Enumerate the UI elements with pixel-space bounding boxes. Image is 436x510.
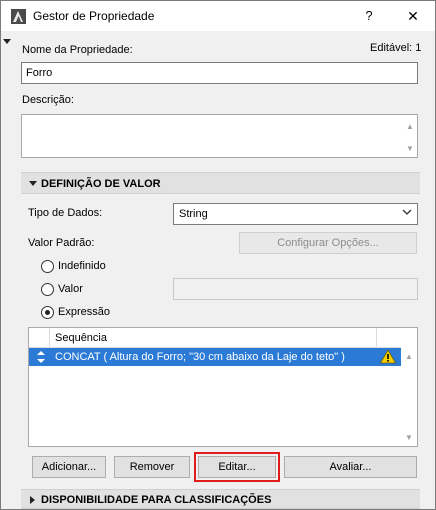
value-definition-title: DEFINIÇÃO DE VALOR bbox=[41, 178, 161, 190]
data-type-label: Tipo de Dados: bbox=[28, 207, 103, 219]
value-input[interactable] bbox=[173, 278, 418, 300]
expression-list[interactable]: Sequência CONCAT ( Altura do Forro; "30 … bbox=[28, 327, 418, 447]
warning-icon[interactable] bbox=[380, 349, 396, 364]
radio-value-label[interactable]: Valor bbox=[58, 283, 83, 295]
add-button[interactable]: Adicionar... bbox=[32, 456, 106, 478]
radio-undefined-label[interactable]: Indefinido bbox=[58, 260, 106, 272]
app-icon bbox=[11, 9, 26, 24]
value-definition-header[interactable]: DEFINIÇÃO DE VALOR bbox=[21, 172, 420, 194]
default-value-label: Valor Padrão: bbox=[28, 237, 95, 249]
remove-button[interactable]: Remover bbox=[114, 456, 190, 478]
data-type-select[interactable]: String bbox=[173, 203, 418, 225]
description-textarea[interactable]: ▲ ▼ bbox=[21, 114, 418, 158]
expanded-triangle-icon bbox=[29, 181, 37, 186]
data-type-value: String bbox=[179, 208, 208, 220]
property-manager-dialog: Gestor de Propriedade ? ✕ Nome da Propri… bbox=[0, 0, 436, 510]
description-label: Descrição: bbox=[22, 94, 74, 106]
configure-options-button[interactable]: Configurar Opções... bbox=[239, 232, 417, 254]
column-separator bbox=[49, 328, 50, 348]
editable-count-label: Editável: 1 bbox=[370, 42, 422, 54]
scroll-down-icon[interactable]: ▼ bbox=[405, 434, 413, 442]
radio-expression-label[interactable]: Expressão bbox=[58, 306, 110, 318]
title-bar: Gestor de Propriedade ? ✕ bbox=[1, 1, 435, 31]
collapsed-triangle-icon bbox=[30, 496, 35, 504]
collapse-arrow-icon[interactable] bbox=[3, 39, 11, 44]
radio-value[interactable] bbox=[41, 283, 54, 296]
drag-handle-icon[interactable] bbox=[37, 351, 45, 363]
chevron-down-icon bbox=[402, 209, 412, 215]
description-scrollbar[interactable]: ▲ ▼ bbox=[403, 115, 417, 157]
column-separator bbox=[376, 328, 377, 348]
help-button[interactable]: ? bbox=[347, 1, 391, 31]
property-name-input[interactable]: Forro bbox=[21, 62, 418, 84]
expression-text: CONCAT ( Altura do Forro; "30 cm abaixo … bbox=[55, 351, 345, 363]
list-scrollbar[interactable]: ▲ ▼ bbox=[401, 328, 417, 446]
radio-expression[interactable] bbox=[41, 306, 54, 319]
scroll-down-icon[interactable]: ▼ bbox=[406, 145, 414, 153]
radio-undefined[interactable] bbox=[41, 260, 54, 273]
close-button[interactable]: ✕ bbox=[391, 1, 435, 31]
evaluate-button[interactable]: Avaliar... bbox=[284, 456, 417, 478]
window-title: Gestor de Propriedade bbox=[33, 9, 155, 23]
property-name-label: Nome da Propriedade: bbox=[22, 44, 133, 56]
sequence-column-header[interactable]: Sequência bbox=[55, 332, 107, 344]
edit-button[interactable]: Editar... bbox=[194, 452, 280, 482]
availability-header[interactable]: DISPONIBILIDADE PARA CLASSIFICAÇÕES bbox=[21, 489, 420, 509]
scroll-up-icon[interactable]: ▲ bbox=[405, 353, 413, 361]
availability-title: DISPONIBILIDADE PARA CLASSIFICAÇÕES bbox=[41, 494, 272, 506]
list-header: Sequência bbox=[29, 328, 417, 348]
list-item[interactable]: CONCAT ( Altura do Forro; "30 cm abaixo … bbox=[29, 348, 401, 366]
scroll-up-icon[interactable]: ▲ bbox=[406, 123, 414, 131]
